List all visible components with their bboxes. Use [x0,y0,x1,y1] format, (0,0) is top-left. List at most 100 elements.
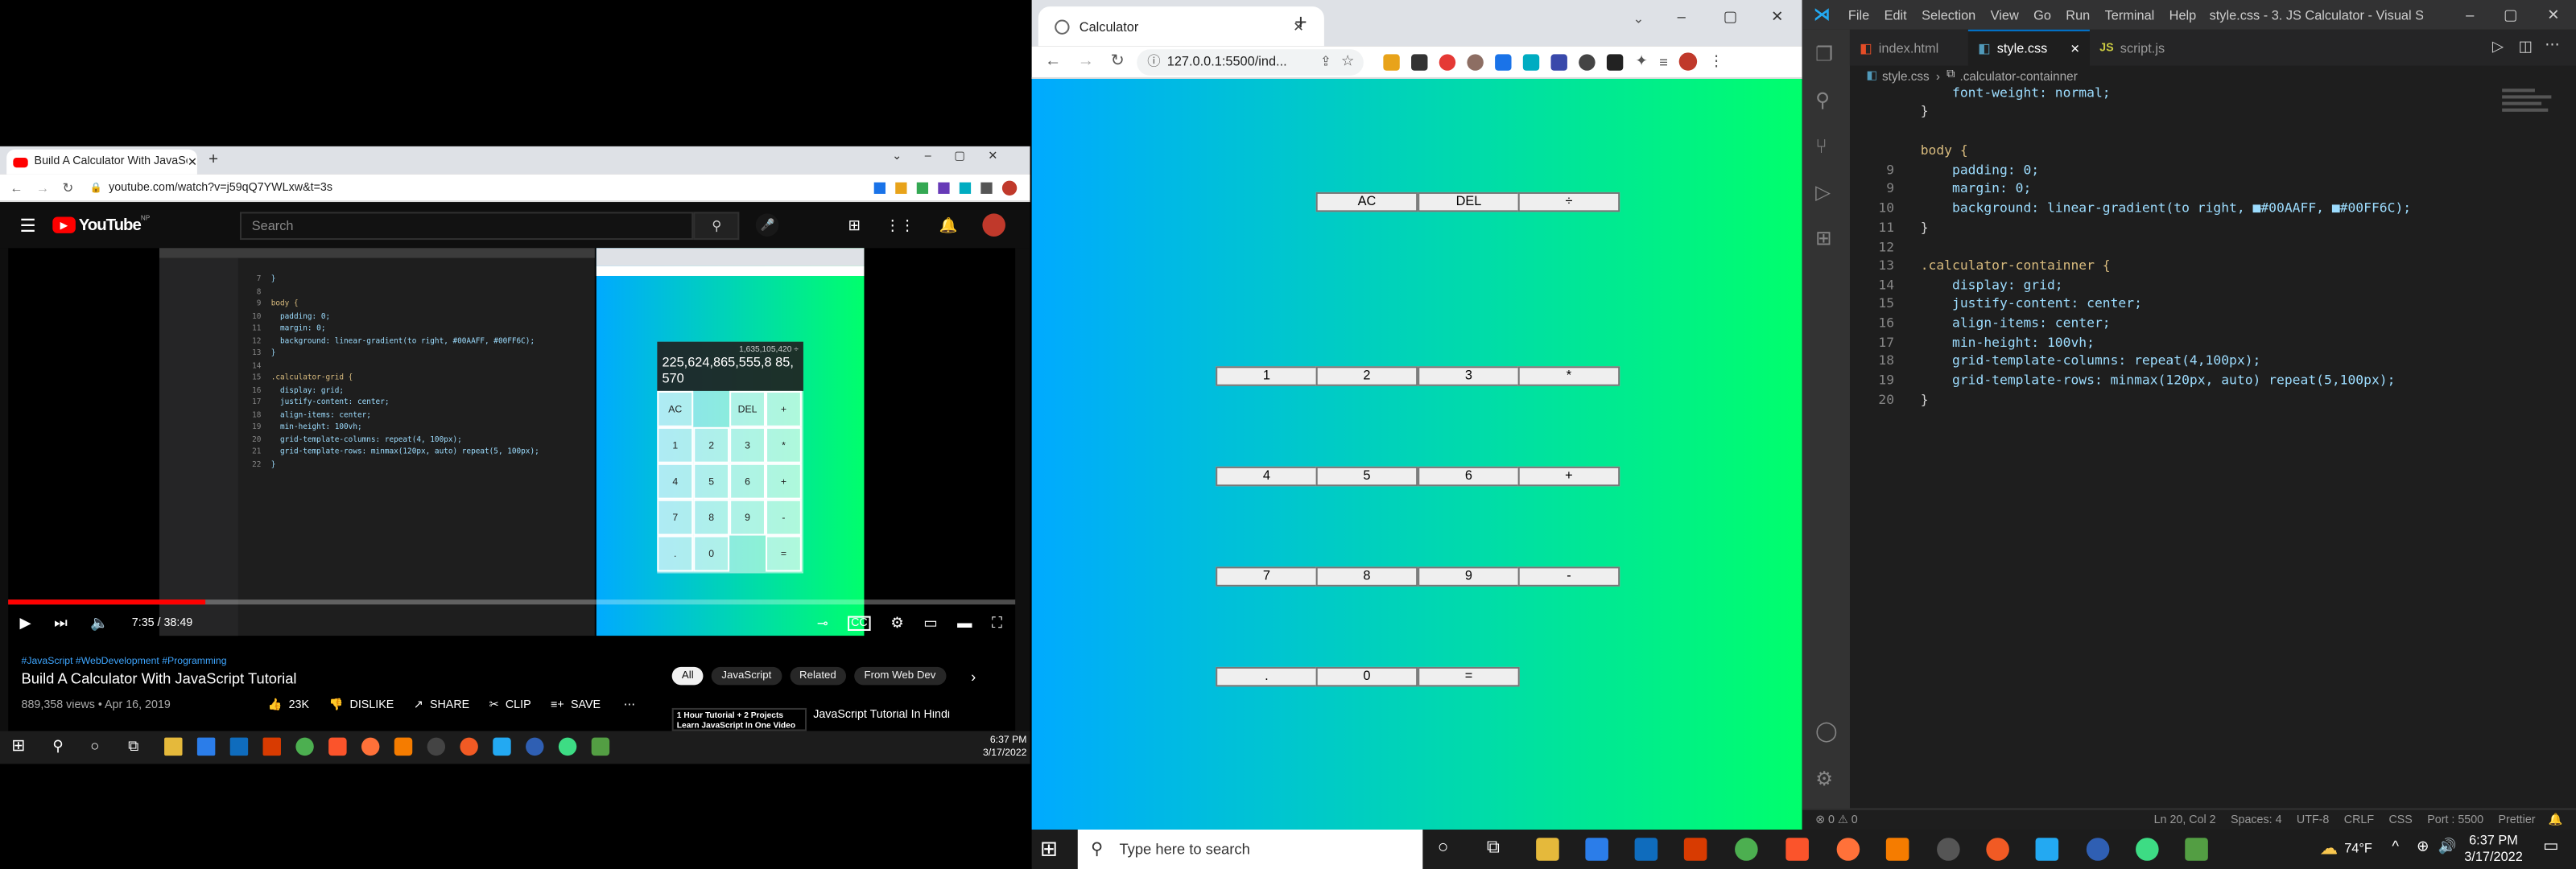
extension-icon[interactable] [1523,53,1541,70]
extension-icon[interactable] [916,181,929,193]
notification-center-icon[interactable]: ▭ [2543,838,2558,855]
minimize-icon[interactable]: – [1678,8,1686,24]
task-view-icon[interactable]: ⧉ [1487,838,1500,859]
chip[interactable]: Related [789,666,847,686]
extension-icon[interactable] [1607,53,1624,70]
avatar[interactable] [982,213,1005,237]
extensions-icon[interactable]: ⊞ [1815,227,1832,250]
code-line[interactable]: align-items: center; [1921,315,2111,330]
share-icon[interactable]: ⇪ [1320,54,1331,68]
calc-button[interactable]: 1 [1216,366,1318,386]
extension-icon[interactable] [959,181,972,193]
tab-search-icon[interactable]: ⌄ [1633,11,1645,26]
accounts-icon[interactable]: ◯ [1815,719,1837,743]
source-control-icon[interactable]: ⑂ [1815,134,1827,158]
run-icon[interactable]: ▷ [2492,38,2504,56]
code-line[interactable]: grid-template-rows: minmax(120px, auto) … [1921,373,2395,387]
taskbar-clock[interactable]: 6:37 PM 3/17/2022 [2464,833,2523,866]
code-line[interactable]: body { [1921,143,1968,158]
clip-icon[interactable]: ✂ [489,698,499,711]
extension-icon[interactable] [1495,53,1513,70]
menu-item-edit[interactable]: Edit [1885,7,1907,22]
autoplay-toggle-icon[interactable]: ⊸ [817,616,828,630]
app-icon[interactable] [394,737,413,756]
calc-button[interactable]: 4 [1216,466,1318,487]
info-icon[interactable]: ⓘ [1147,52,1160,70]
file-explorer-icon[interactable] [164,737,183,756]
reload-icon[interactable]: ↻ [1111,52,1125,70]
rec-thumbnail[interactable]: 1 Hour Tutorial + 2 Projects Learn JavaS… [671,707,807,731]
code-line[interactable]: } [1921,393,1929,407]
like-count[interactable]: 23K [289,699,309,710]
menu-item-go[interactable]: Go [2033,7,2051,22]
status-item[interactable]: CRLF [2344,814,2374,826]
extension-icon[interactable] [1579,53,1596,70]
back-icon[interactable]: ← [10,180,23,195]
calc-button[interactable]: = [1418,666,1520,687]
code-line[interactable]: display: grid; [1921,278,2063,292]
minimap[interactable] [2502,85,2568,121]
save-icon[interactable]: ≡+ [551,699,564,710]
microphone-icon[interactable]: 🎤 [756,213,779,237]
calc-button[interactable]: + [1517,466,1620,487]
extension-icon[interactable] [1439,53,1456,70]
video-progress-track[interactable] [8,599,1016,605]
calc-button[interactable]: - [1517,566,1620,587]
theater-mode-icon[interactable]: ▬ [957,615,972,631]
miniplayer-icon[interactable]: ▭ [923,614,937,632]
bookmark-star-icon[interactable]: ☆ [1341,52,1354,70]
chip[interactable]: All [671,666,704,686]
close-icon[interactable]: ✕ [2070,42,2080,55]
tray-chevron-icon[interactable]: ^ [2392,838,2399,854]
menu-item-run[interactable]: Run [2066,7,2090,22]
fullscreen-icon[interactable]: ⛶ [992,614,1002,632]
node-icon[interactable] [2185,838,2208,861]
close-window-icon[interactable]: ✕ [1771,8,1783,26]
youtube-logo-icon[interactable]: ▶ [52,216,76,233]
reload-icon[interactable]: ↻ [63,180,74,195]
clip-button[interactable]: CLIP [506,699,531,710]
run-debug-icon[interactable]: ▷ [1815,181,1831,204]
status-item[interactable]: Ln 20, Col 2 [2154,814,2216,826]
notifications-bell-icon[interactable]: 🔔 [939,216,958,233]
search-box[interactable]: Search [240,211,694,240]
left-taskbar-clock[interactable]: 6:37 PM 3/17/2022 [983,735,1026,761]
office-icon[interactable] [262,737,281,756]
back-icon[interactable]: ← [1045,52,1061,70]
like-icon[interactable]: 👍 [268,698,283,711]
window-controls[interactable]: ⌄–▢✕ [892,150,1021,163]
split-editor-icon[interactable]: ◫ [2519,38,2533,56]
menu-item-terminal[interactable]: Terminal [2105,7,2155,22]
forward-icon[interactable]: → [1078,52,1094,70]
calc-button[interactable]: 3 [1418,366,1520,386]
volume-icon[interactable]: 🔊 [2438,838,2457,855]
firefox-icon[interactable] [361,737,380,756]
create-video-icon[interactable]: ⊞ [848,216,861,233]
puzzle-icon[interactable]: ✦ [1635,52,1647,70]
mail-icon[interactable] [229,737,249,756]
obs-icon[interactable] [427,737,446,756]
settings-gear-icon[interactable]: ⚙ [890,614,903,632]
hamburger-menu-icon[interactable]: ☰ [19,214,35,235]
status-item[interactable]: Port : 5500 [2427,814,2483,826]
calc-button[interactable]: AC [1315,192,1418,212]
search-button[interactable]: ⚲ [693,211,740,240]
calc-button[interactable]: DEL [1418,192,1520,212]
omnibox[interactable]: ⓘ 127.0.0.1:5500/ind... ⇪ ☆ [1137,48,1364,75]
chip[interactable]: JavaScript [712,666,782,686]
vscode-icon[interactable] [2035,838,2059,861]
extension-icon[interactable] [1384,53,1401,70]
avatar[interactable] [1001,179,1018,195]
code-line[interactable]: padding: 0; [1921,163,2039,177]
close-window-icon[interactable]: ✕ [2547,6,2559,23]
obs-icon[interactable] [1937,838,1960,861]
code-line[interactable]: grid-template-columns: repeat(4,100px); [1921,353,2260,368]
url-text[interactable]: 127.0.0.1:5500/ind... [1167,54,1287,68]
chip[interactable]: From Web Dev [854,666,946,686]
brave-icon[interactable] [1785,838,1809,861]
app-icon[interactable] [1986,838,2009,861]
calc-button[interactable]: . [1216,666,1318,687]
youtube-logo-text[interactable]: YouTube [79,216,142,233]
chips-next-icon[interactable]: › [971,669,976,685]
code-line[interactable]: font-weight: normal; [1921,85,2111,100]
